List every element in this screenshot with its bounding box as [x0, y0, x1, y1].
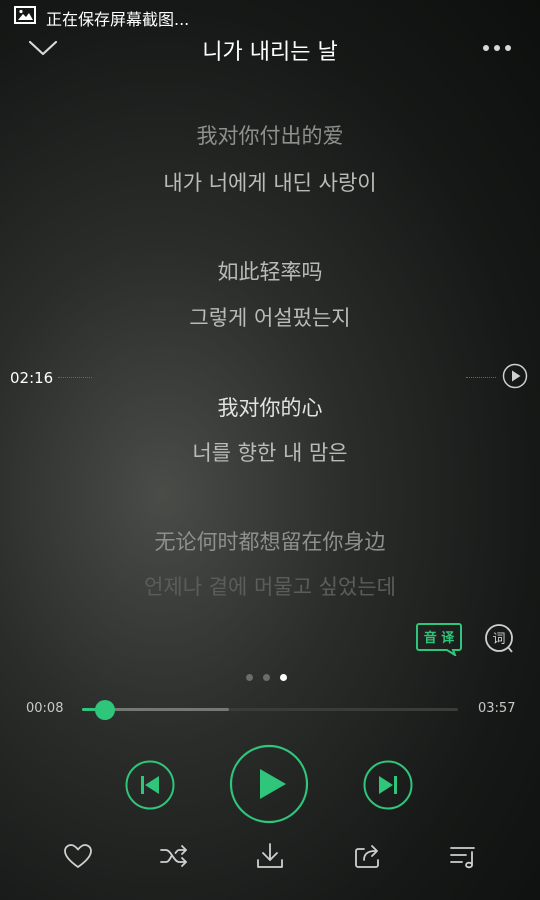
previous-button[interactable]: [125, 760, 175, 810]
current-time: 00:08: [26, 701, 64, 716]
page-indicator: [246, 674, 287, 681]
next-button[interactable]: [363, 760, 413, 810]
page-dot[interactable]: [246, 674, 253, 681]
lyric-mode-label: 词: [492, 632, 505, 647]
progress-slider[interactable]: [82, 700, 458, 720]
play-icon: [260, 769, 286, 799]
lyric-line: 내가 너에게 내딘 사랑이: [163, 171, 377, 195]
player-header: 니가 내리는 날: [0, 28, 540, 72]
more-dots-icon[interactable]: [478, 36, 518, 60]
seek-guide-left: [58, 377, 92, 378]
lyric-line: 如此轻率吗: [217, 260, 323, 284]
download-button[interactable]: [254, 840, 286, 872]
share-button[interactable]: [352, 840, 384, 872]
download-icon: [257, 843, 283, 868]
lyric-line: 너를 향한 내 맘은: [192, 441, 348, 465]
page-dot-active[interactable]: [280, 674, 287, 681]
share-icon: [355, 845, 379, 868]
status-text: 正在保存屏幕截图...: [46, 10, 190, 29]
lyric-line: 언제나 곁에 머물고 싶었는데: [144, 575, 396, 599]
lyric-line-current: 我对你的心: [217, 396, 323, 420]
playlist-button[interactable]: [448, 840, 480, 872]
translate-label: 音 译: [424, 630, 456, 646]
translate-button[interactable]: 音 译: [416, 622, 462, 656]
page-dot[interactable]: [263, 674, 270, 681]
play-button[interactable]: [229, 744, 309, 824]
song-title: 니가 내리는 날: [202, 40, 338, 65]
play-circle-icon[interactable]: [502, 363, 528, 389]
playlist-icon: [450, 847, 475, 869]
heart-icon: [64, 844, 92, 868]
progress-thumb[interactable]: [94, 700, 115, 720]
shuffle-icon: [160, 845, 187, 867]
lyric-mode-button[interactable]: 词: [484, 622, 514, 656]
skip-previous-icon: [141, 776, 159, 794]
seek-guide-right: [466, 377, 496, 378]
seek-time-label: 02:16: [10, 369, 54, 387]
lyric-line: 我对你付出的爱: [196, 124, 344, 148]
total-time: 03:57: [478, 701, 516, 716]
lyric-line: 그렇게 어설펐는지: [189, 306, 351, 330]
lyric-line: 无论何时都想留在你身边: [154, 530, 386, 554]
image-icon: [14, 6, 36, 24]
favorite-button[interactable]: [62, 840, 94, 872]
bottom-action-bar: [0, 836, 540, 880]
shuffle-button[interactable]: [158, 840, 190, 872]
skip-next-icon: [379, 776, 397, 794]
